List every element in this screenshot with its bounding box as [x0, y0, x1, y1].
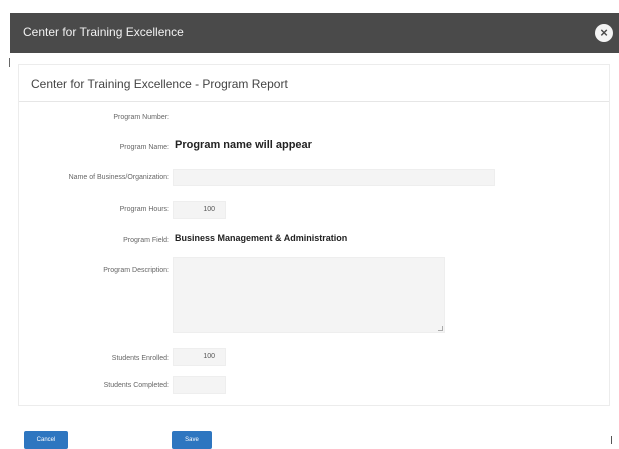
- dialog-title: Center for Training Excellence: [23, 25, 184, 39]
- students-enrolled-label: Students Enrolled:: [111, 355, 169, 362]
- report-panel: Center for Training Excellence - Program…: [18, 64, 610, 406]
- students-completed-input[interactable]: [173, 376, 226, 394]
- program-name-value: Program name will appear: [175, 139, 312, 151]
- save-button[interactable]: Save: [172, 431, 212, 449]
- program-hours-input[interactable]: 100: [173, 201, 226, 219]
- panel-header: Center for Training Excellence - Program…: [19, 65, 609, 102]
- resize-handle-icon[interactable]: [438, 326, 443, 331]
- program-field-value: Business Management & Administration: [175, 233, 348, 243]
- business-name-input[interactable]: [173, 169, 495, 186]
- program-description-textarea[interactable]: [173, 257, 445, 333]
- cancel-button[interactable]: Cancel: [24, 431, 68, 449]
- students-completed-label: Students Completed:: [103, 382, 169, 389]
- edge-marker: [611, 436, 612, 444]
- business-name-label: Name of Business/Organization:: [68, 174, 169, 181]
- dialog-titlebar: Center for Training Excellence ×: [10, 13, 619, 53]
- program-hours-label: Program Hours:: [119, 206, 169, 213]
- program-field-label: Program Field:: [123, 237, 169, 244]
- close-icon[interactable]: ×: [595, 24, 613, 42]
- panel-title: Center for Training Excellence - Program…: [31, 77, 288, 91]
- program-name-label: Program Name:: [119, 144, 169, 151]
- program-number-label: Program Number:: [113, 114, 169, 121]
- edge-marker: [9, 58, 10, 67]
- program-description-label: Program Description:: [103, 267, 169, 274]
- students-enrolled-input[interactable]: 100: [173, 348, 226, 366]
